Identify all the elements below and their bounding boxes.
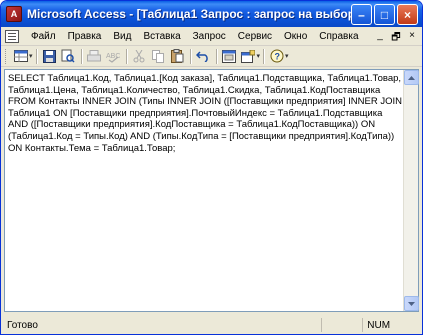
menu-bar: Файл Правка Вид Вставка Запрос Сервис Ок… [1,27,422,46]
sql-statement[interactable]: SELECT Таблица1.Код, Таблица1.[Код заказ… [8,73,402,154]
save-icon[interactable] [41,48,58,65]
sql-editor[interactable]: SELECT Таблица1.Код, Таблица1.[Код заказ… [4,69,419,312]
menu-edit[interactable]: Правка [62,31,108,42]
chevron-up-icon [408,75,415,80]
toolbar-grip[interactable] [5,48,8,64]
maximize-button[interactable]: □ [374,4,395,25]
toolbar-separator [215,48,217,64]
window-title: Microsoft Access - [Таблица1 Запрос : за… [27,7,372,21]
doc-restore-button[interactable]: 🗗 [390,30,402,47]
spelling-icon[interactable]: ABC [105,48,122,65]
help-icon[interactable]: ? [268,48,285,65]
menu-file[interactable]: Файл [25,31,62,42]
print-preview-icon[interactable] [60,48,77,65]
database-window-icon[interactable] [221,48,238,65]
title-bar[interactable]: A Microsoft Access - [Таблица1 Запрос : … [1,1,422,27]
view-icon[interactable] [12,48,29,65]
close-button[interactable]: × [397,4,418,25]
document-window-controls: _ 🗗 × [374,30,418,47]
paste-icon[interactable] [169,48,186,65]
new-object-icon[interactable] [240,48,257,65]
menu-query[interactable]: Запрос [187,31,232,42]
status-text: Готово [7,319,38,331]
new-object-dropdown-arrow-icon[interactable]: ▾ [257,52,261,60]
vertical-scrollbar[interactable] [403,70,419,311]
view-dropdown-arrow-icon[interactable]: ▾ [29,52,33,60]
cut-icon[interactable] [131,48,148,65]
scroll-up-button[interactable] [404,70,419,85]
access-app-icon[interactable]: A [6,6,22,22]
minimize-button[interactable]: – [351,4,372,25]
print-icon[interactable] [86,48,103,65]
menu-window[interactable]: Окно [278,31,313,42]
scroll-down-button[interactable] [404,296,419,311]
chevron-down-icon [408,301,415,306]
toolbar-separator [80,48,82,64]
status-panel-empty [321,318,356,332]
svg-text:?: ? [274,52,280,62]
undo-icon[interactable] [195,48,212,65]
toolbar-separator [35,48,37,64]
menu-tools[interactable]: Сервис [232,31,278,42]
help-dropdown-arrow-icon[interactable]: ▾ [285,52,289,60]
menu-insert[interactable]: Вставка [137,31,186,42]
query-document-icon[interactable] [5,29,19,43]
toolbar-separator [263,48,265,64]
query-toolbar: ▾ ABC ▾ ? ▾ [1,46,422,67]
doc-minimize-button[interactable]: _ [374,30,386,47]
menu-view[interactable]: Вид [107,31,137,42]
access-window: A Microsoft Access - [Таблица1 Запрос : … [0,0,423,335]
copy-icon[interactable] [150,48,167,65]
toolbar-separator [125,48,127,64]
window-controls: – □ × [351,4,418,25]
toolbar-separator [189,48,191,64]
menu-help[interactable]: Справка [313,31,364,42]
num-lock-indicator: NUM [362,318,422,332]
doc-close-button[interactable]: × [406,30,418,47]
svg-text:ABC: ABC [106,53,120,60]
status-bar: Готово NUM [1,315,422,334]
